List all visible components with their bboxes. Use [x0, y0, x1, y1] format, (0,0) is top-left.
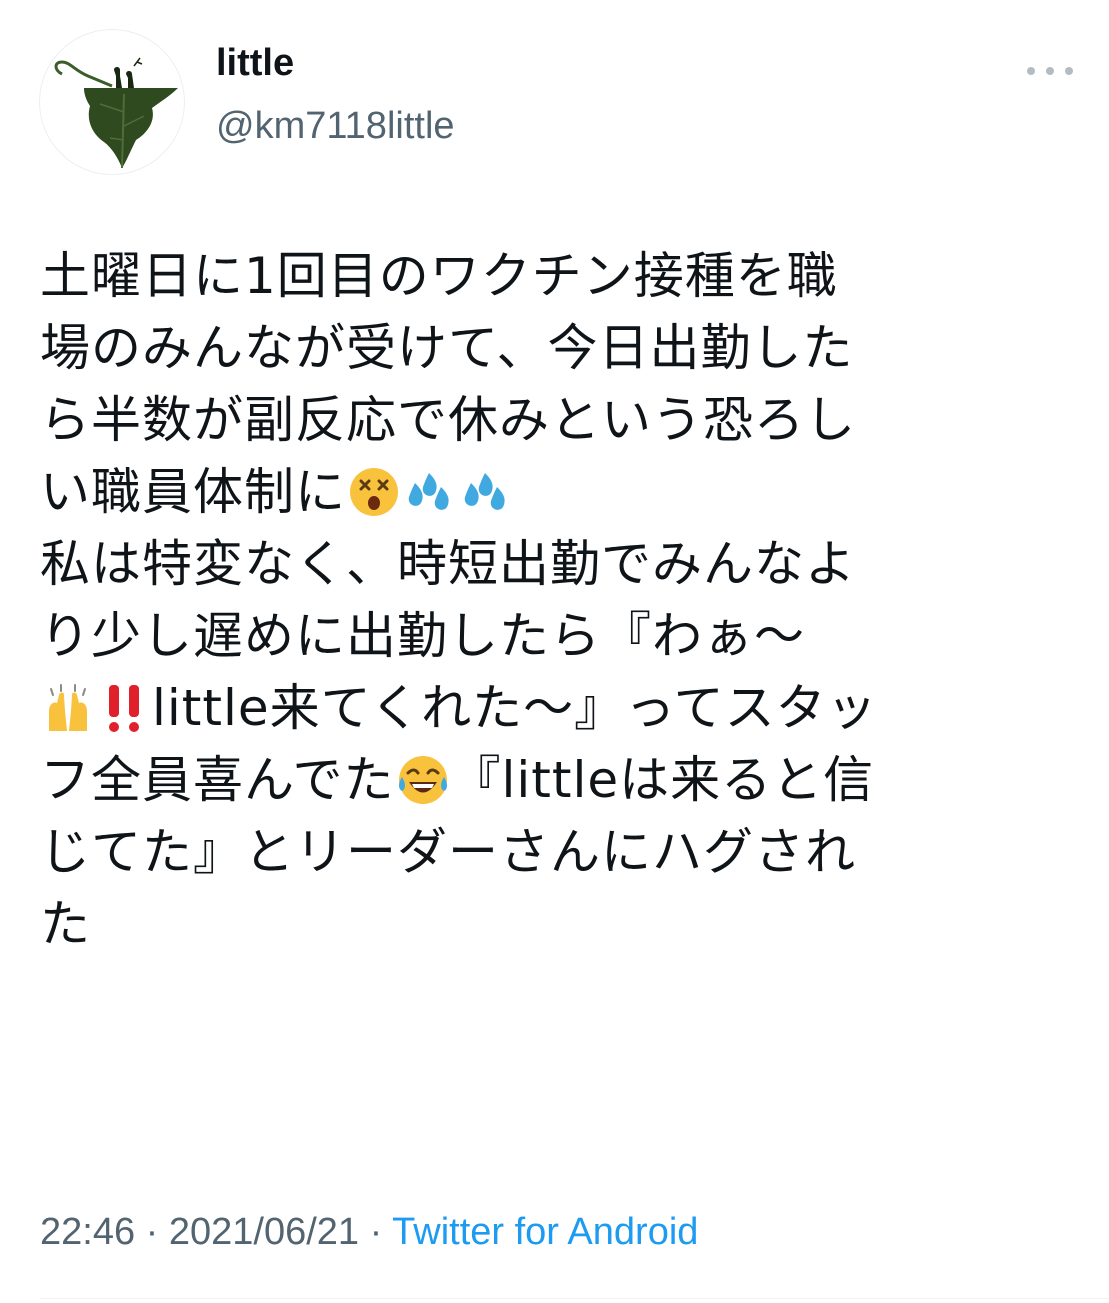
meta-separator: ·	[359, 1211, 393, 1253]
tweet-line: フ全員喜んでた 『littleは来ると信	[40, 744, 1070, 816]
user-handle[interactable]: @km7118little	[216, 107, 455, 145]
tweet-source-link[interactable]: Twitter for Android	[392, 1211, 698, 1253]
sweat-droplets-emoji-icon	[403, 465, 457, 519]
avatar[interactable]	[40, 30, 184, 174]
tweet-line-text: フ全員喜んでた	[40, 751, 395, 809]
tweet: little @km7118little 土曜日に1回目のワクチン接種を職 場の…	[0, 0, 1109, 1303]
more-dot-icon	[1065, 67, 1073, 75]
tweet-line: little来てくれた〜』ってスタッ	[40, 672, 1070, 744]
raising-hands-emoji-icon	[41, 681, 95, 735]
ivy-leaf-avatar-icon	[54, 57, 178, 169]
display-name[interactable]: little	[216, 44, 294, 82]
tears-of-joy-emoji-icon	[396, 753, 450, 807]
meta-separator: ·	[135, 1211, 169, 1253]
tweet-line: 場のみんなが受けて、今日出勤した	[40, 319, 854, 377]
tweet-line-text: い職員体制に	[40, 463, 346, 521]
divider	[40, 1298, 1109, 1299]
tweet-line-text: 『littleは来ると信	[450, 751, 875, 809]
sweat-droplets-emoji-icon	[459, 465, 513, 519]
tweet-time[interactable]: 22:46	[40, 1211, 135, 1253]
dizzy-face-emoji-icon	[347, 465, 401, 519]
more-dot-icon	[1046, 67, 1054, 75]
tweet-metadata: 22:46 · 2021/06/21 · Twitter for Android	[40, 1208, 698, 1256]
more-options-button[interactable]	[1027, 56, 1073, 86]
tweet-line: ら半数が副反応で休みという恐ろし	[40, 391, 856, 449]
tweet-line: た	[40, 895, 91, 953]
tweet-date[interactable]: 2021/06/21	[169, 1211, 359, 1253]
more-dot-icon	[1027, 67, 1035, 75]
tweet-line: り少し遅めに出勤したら『わぁ〜	[40, 607, 805, 665]
tweet-text: 土曜日に1回目のワクチン接種を職 場のみんなが受けて、今日出勤した ら半数が副反…	[40, 240, 1070, 960]
double-exclamation-emoji-icon	[97, 681, 151, 735]
tweet-line: じてた』とリーダーさんにハグされ	[40, 823, 856, 881]
tweet-line: 土曜日に1回目のワクチン接種を職	[40, 247, 838, 305]
tweet-line: い職員体制に	[40, 456, 1070, 528]
tweet-line: 私は特変なく、時短出勤でみんなよ	[40, 535, 856, 593]
tweet-line-text: little来てくれた〜』ってスタッ	[152, 679, 878, 737]
